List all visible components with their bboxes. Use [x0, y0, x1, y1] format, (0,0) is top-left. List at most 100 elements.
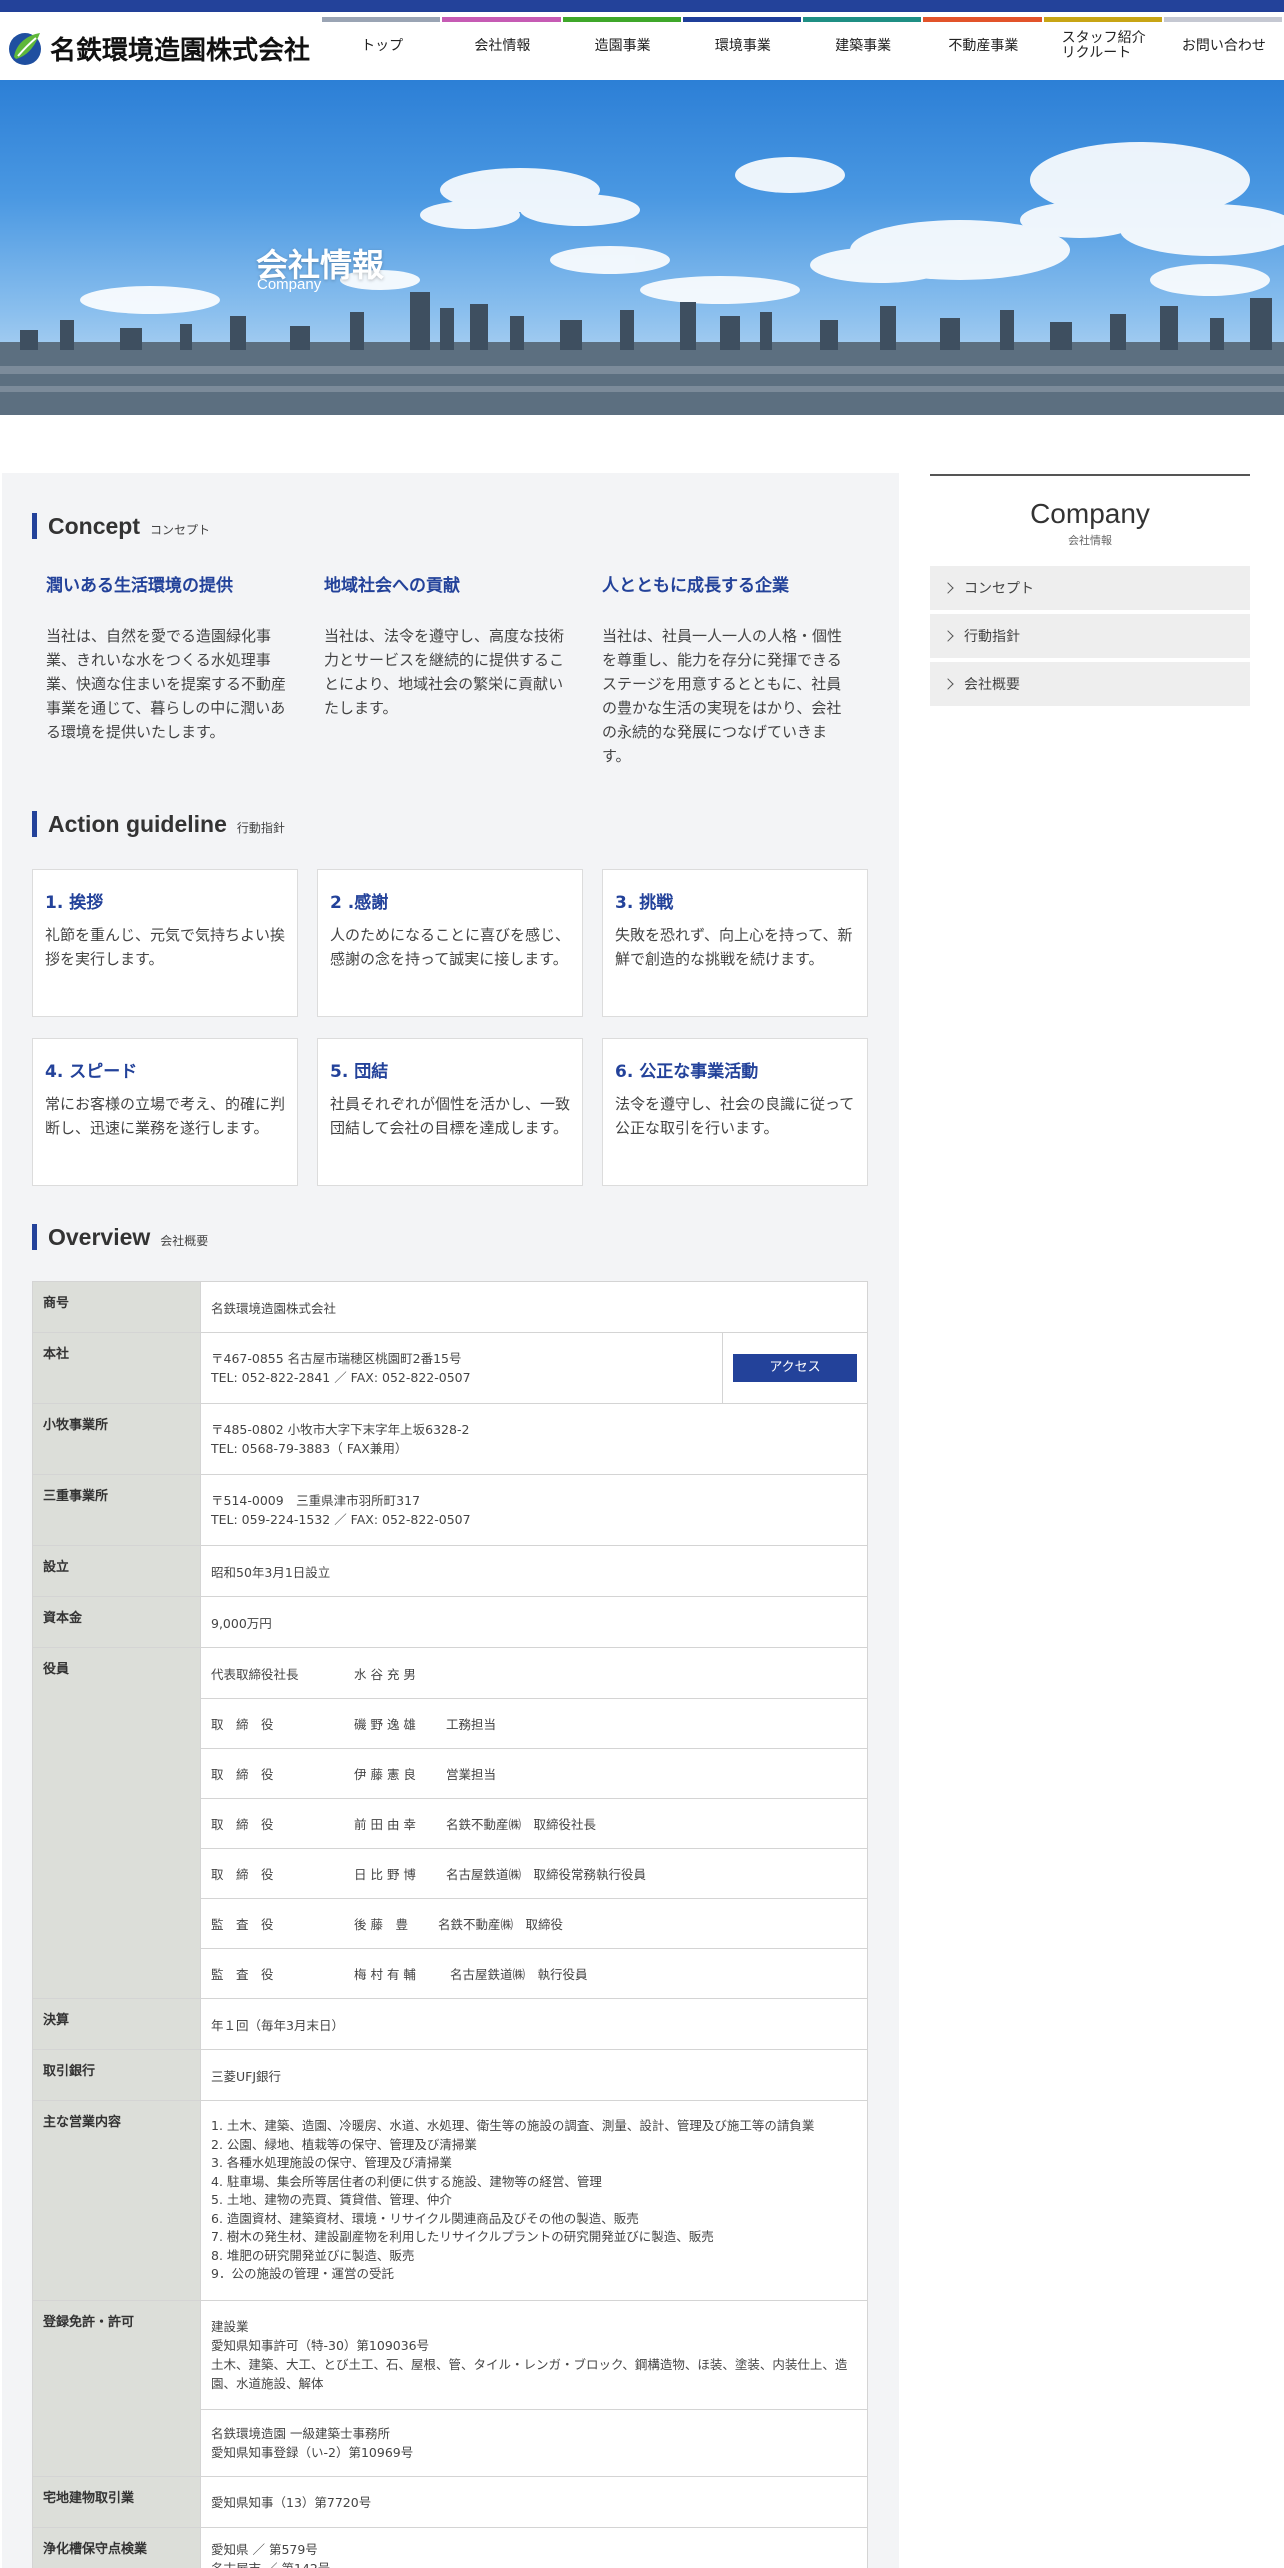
nav-environment[interactable]: 環境事業 — [682, 12, 803, 80]
row-label: 決算 — [32, 1998, 201, 2050]
overview-heading: Overview 会社概要 — [32, 1224, 208, 1250]
business-list: 1. 土木、建築、造園、冷暖房、水道、水処理、衛生等の施設の調査、測量、設計、管… — [200, 2100, 868, 2301]
row-label: 浄化槽保守点検業 — [32, 2526, 201, 2568]
officer-title: 代表取締役社長 — [211, 1666, 299, 1682]
row-value: 三菱UFJ銀行 — [200, 2049, 868, 2101]
nav-contact[interactable]: お問い合わせ — [1163, 12, 1284, 80]
nav-color-bar — [682, 17, 801, 22]
access-cell: アクセス — [722, 1332, 868, 1404]
chevron-right-icon — [942, 582, 954, 594]
nav-label: 建築事業 — [835, 37, 892, 54]
concept-column: 潤いある生活環境の提供 当社は、自然を愛でる造園緑化事業、きれいな水をつくる水処… — [46, 571, 296, 744]
guideline-card: 6. 公正な事業活動 法令を遵守し、社会の良識に従って公正な取引を行います。 — [602, 1038, 868, 1186]
guideline-title: 4. スピード — [45, 1062, 138, 1082]
nav-construction[interactable]: 建築事業 — [803, 12, 923, 80]
nav-color-bar — [1163, 17, 1282, 22]
hero-banner: 会社情報 Company — [0, 80, 1284, 415]
concept-title: 人とともに成長する企業 — [602, 576, 789, 596]
table-row: 設立 昭和50年3月1日設立 — [32, 1545, 868, 1597]
license-line: 土木、建築、大工、とび土工、石、屋根、管、タイル・レンガ・ブロック、鋼構造物、ほ… — [211, 2356, 848, 2391]
real-estate-value: 愛知県知事（13）第7720号 — [211, 2495, 372, 2510]
nav-color-bar — [322, 17, 441, 22]
table-row: 決算 年１回（毎年3月末日） — [32, 1998, 868, 2050]
brand-name: 名鉄環境造園株式会社 — [50, 35, 311, 66]
nav-color-bar — [923, 17, 1042, 22]
sidebar-item-label: コンセプト — [964, 581, 1034, 597]
sidebar-header: Company 会社情報 — [930, 474, 1250, 566]
sidebar-item-guideline[interactable]: 行動指針 — [930, 614, 1250, 658]
concept-text: 当社は、法令を遵守し、高度な技術力とサービスを継続的に提供することにより、地域社… — [324, 627, 565, 717]
business-item: 6. 造園資材、建築資材、環境・リサイクル関連商品及びその他の製造、販売 — [211, 2210, 639, 2226]
row-label: 取引銀行 — [32, 2049, 201, 2101]
row-value: 愛知県知事（13）第7720号 — [200, 2475, 868, 2528]
officer-name: 磯 野 逸 雄 — [354, 1717, 416, 1732]
guideline-text: 人のためになることに喜びを感じ、感謝の念を持って誠実に接します。 — [330, 926, 571, 968]
nav-company[interactable]: 会社情報 — [442, 12, 562, 80]
sidebar-item-label: 行動指針 — [964, 629, 1020, 645]
concept-text: 当社は、社員一人一人の人格・個性を尊重し、能力を存分に発揮できるステージを用意す… — [602, 627, 843, 765]
row-label: 小牧事業所 — [32, 1403, 201, 1475]
officer-name: 後 藤 豊 — [354, 1917, 408, 1932]
row-label: 本社 — [32, 1332, 201, 1404]
nav-label: お問い合わせ — [1181, 37, 1266, 54]
nav-real-estate[interactable]: 不動産事業 — [923, 12, 1043, 80]
nav-label: トップ — [361, 37, 404, 54]
sidebar-item-overview[interactable]: 会社概要 — [930, 662, 1250, 706]
nav-label: スタッフ紹介 リクルート — [1061, 30, 1146, 61]
guideline-title: 2 .感謝 — [330, 893, 389, 913]
officer-row: 取 締 役 磯 野 逸 雄 工務担当 — [201, 1698, 867, 1748]
license-line: 愛知県知事許可（特-30）第109036号 — [211, 2337, 430, 2353]
nav-landscaping[interactable]: 造園事業 — [562, 12, 683, 80]
table-row: 宅地建物取引業 愛知県知事（13）第7720号 — [32, 2475, 868, 2528]
table-row: 登録免許・許可 建設業 愛知県知事許可（特-30）第109036号 土木、建築、… — [32, 2299, 868, 2477]
hero-subtitle: Company — [257, 276, 322, 293]
sidebar-item-concept[interactable]: コンセプト — [930, 566, 1250, 610]
officer-name: 前 田 由 幸 — [354, 1817, 416, 1832]
nav-recruit[interactable]: スタッフ紹介 リクルート — [1043, 12, 1164, 80]
row-value: 〒514-0009 三重県津市羽所町317 TEL: 059-224-1532 … — [200, 1474, 868, 1546]
license-line: 名鉄環境造園 一級建築士事務所 — [211, 2425, 390, 2441]
row-label: 設立 — [32, 1545, 201, 1597]
row-label: 商号 — [32, 1281, 201, 1333]
business-item: 9．公の施設の管理・運営の受託 — [211, 2266, 394, 2281]
main-nav: トップ 会社情報 造園事業 環境事業 建築事業 不動産事業 スタッフ紹介 リクル… — [322, 12, 1284, 80]
overview-heading-en: Overview — [48, 1224, 151, 1250]
leaf-logo-icon — [6, 29, 44, 67]
row-label: 役員 — [32, 1647, 201, 1999]
sidebar-subtitle: 会社情報 — [1068, 534, 1112, 547]
row-label: 主な営業内容 — [32, 2100, 201, 2301]
row-label: 宅地建物取引業 — [32, 2475, 201, 2528]
officer-row: 代表取締役社長 水 谷 充 男 — [201, 1648, 867, 1698]
nav-color-bar — [1043, 17, 1162, 22]
guideline-title: 6. 公正な事業活動 — [615, 1062, 759, 1082]
table-row: 役員 代表取締役社長 水 谷 充 男 取 締 役 磯 野 逸 雄 工務担当 取 締 役… — [32, 1647, 868, 1999]
guideline-card: 2 .感謝 人のためになることに喜びを感じ、感謝の念を持って誠実に接します。 — [317, 869, 583, 1017]
officer-row: 取 締 役 前 田 由 幸 名鉄不動産㈱ 取締役社長 — [201, 1798, 867, 1848]
mie-address: 〒514-0009 三重県津市羽所町317 — [211, 1493, 421, 1508]
guideline-text: 失敗を恐れず、向上心を持って、新鮮で創造的な挑戦を続けます。 — [615, 926, 853, 968]
row-value: 〒485-0802 小牧市大字下末字年上坂6328-2 TEL: 0568-79… — [200, 1403, 868, 1475]
table-row: 本社 〒467-0855 名古屋市瑞穂区桃園町2番15号 TEL: 052-82… — [32, 1332, 868, 1404]
officer-title: 取 締 役 — [211, 1817, 274, 1832]
business-item: 8. 堆肥の研究開発並びに製造、販売 — [211, 2247, 415, 2263]
nav-label: 不動産事業 — [948, 37, 1019, 54]
row-value: 9,000万円 — [200, 1596, 868, 1648]
access-button[interactable]: アクセス — [733, 1354, 857, 1382]
officer-name: 伊 藤 憲 良 — [354, 1767, 416, 1782]
officer-row: 取 締 役 伊 藤 憲 良 営業担当 — [201, 1748, 867, 1798]
guideline-text: 法令を遵守し、社会の良識に従って公正な取引を行います。 — [615, 1095, 855, 1137]
head-office-address: 〒467-0855 名古屋市瑞穂区桃園町2番15号 — [211, 1351, 462, 1366]
officer-row: 監 査 役 梅 村 有 輔 名古屋鉄道㈱ 執行役員 — [201, 1948, 867, 1998]
nav-top[interactable]: トップ — [322, 12, 442, 80]
concept-column: 地域社会への貢献 当社は、法令を遵守し、高度な技術力とサービスを継続的に提供する… — [324, 571, 574, 720]
row-value: 〒467-0855 名古屋市瑞穂区桃園町2番15号 TEL: 052-822-2… — [200, 1332, 723, 1404]
business-item: 3. 各種水処理施設の保守、管理及び清掃業 — [211, 2155, 452, 2170]
guideline-text: 常にお客様の立場で考え、的確に判断し、迅速に業務を遂行します。 — [45, 1095, 286, 1137]
concept-title: 地域社会への貢献 — [324, 576, 460, 596]
officer-title: 監 査 役 — [211, 1967, 274, 1982]
row-value: 愛知県 ／ 第579号 名古屋市 ／ 第142号 — [200, 2526, 868, 2568]
table-row: 小牧事業所 〒485-0802 小牧市大字下末字年上坂6328-2 TEL: 0… — [32, 1403, 868, 1475]
guideline-text: 社員それぞれが個性を活かし、一致団結して会社の目標を達成します。 — [330, 1095, 571, 1137]
komaki-tel: TEL: 0568-79-3883（ FAX兼用） — [211, 1441, 408, 1456]
site-logo[interactable]: 名鉄環境造園株式会社 — [6, 24, 310, 72]
